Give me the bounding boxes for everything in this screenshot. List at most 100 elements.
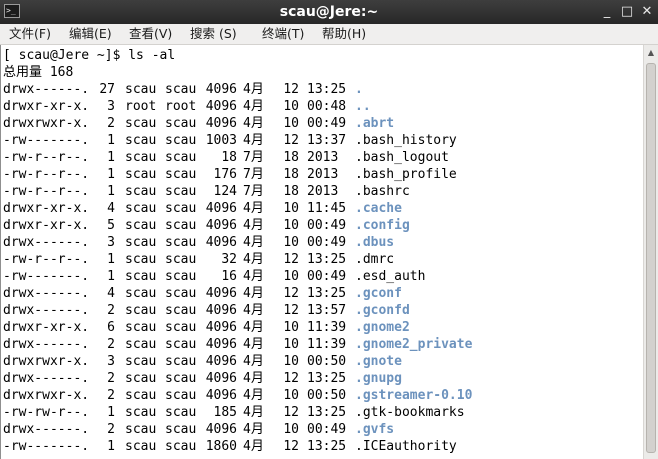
link-count: 1 — [107, 184, 115, 199]
owner: scau — [125, 320, 157, 335]
size: 176 — [213, 167, 237, 182]
permissions: drwxr-xr-x. — [3, 218, 90, 233]
size: 4096 — [205, 286, 237, 301]
day: 10 — [283, 320, 299, 335]
link-count: 3 — [107, 354, 115, 369]
terminal-output[interactable]: [ scau@Jere ~]$ ls -al 总用量 168 drwx-----… — [0, 45, 643, 459]
day: 12 — [283, 82, 299, 97]
menu-view[interactable]: 查看(V) — [129, 24, 172, 44]
time: 13:57 — [307, 303, 347, 318]
group: scau — [165, 286, 197, 301]
file-name: .bashrc — [355, 184, 410, 199]
owner: scau — [125, 150, 157, 165]
time: 00:49 — [307, 235, 347, 250]
permissions: drwxr-xr-x. — [3, 201, 90, 216]
group: scau — [165, 116, 197, 131]
file-name: .bash_logout — [355, 150, 449, 165]
link-count: 1 — [107, 252, 115, 267]
group: scau — [165, 252, 197, 267]
menu-search[interactable]: 搜索 (S) — [190, 24, 237, 44]
month: 4月 — [243, 286, 264, 301]
day: 10 — [283, 337, 299, 352]
link-count: 1 — [107, 269, 115, 284]
minimize-button[interactable]: _ — [598, 3, 616, 21]
size: 4096 — [205, 116, 237, 131]
link-count: 1 — [107, 405, 115, 420]
link-count: 6 — [107, 320, 115, 335]
day: 10 — [283, 235, 299, 250]
time: 00:49 — [307, 422, 347, 437]
day: 18 — [283, 167, 299, 182]
menu-edit[interactable]: 编辑(E) — [69, 24, 112, 44]
time: 13:25 — [307, 252, 347, 267]
permissions: drwx------. — [3, 286, 90, 301]
size: 185 — [213, 405, 237, 420]
scroll-up-arrow-icon[interactable]: ▲ — [644, 45, 658, 61]
vertical-scrollbar[interactable]: ▲ — [643, 45, 658, 459]
title-bar: >_ scau@Jere:~ _ □ ✕ — [0, 0, 658, 24]
group: scau — [165, 320, 197, 335]
day: 18 — [283, 184, 299, 199]
link-count: 2 — [107, 388, 115, 403]
link-count: 4 — [107, 201, 115, 216]
day: 10 — [283, 99, 299, 114]
scrollbar-thumb[interactable] — [646, 63, 656, 453]
time: 2013 — [307, 150, 339, 165]
total-text: 总用量 168 — [3, 65, 74, 80]
group: scau — [165, 439, 197, 454]
maximize-button[interactable]: □ — [618, 3, 636, 21]
size: 18 — [221, 150, 237, 165]
close-button[interactable]: ✕ — [638, 3, 656, 21]
file-name: . — [355, 82, 363, 97]
group: scau — [165, 218, 197, 233]
size: 4096 — [205, 422, 237, 437]
day: 10 — [283, 201, 299, 216]
permissions: drwx------. — [3, 235, 90, 250]
time: 11:39 — [307, 320, 347, 335]
permissions: drwx------. — [3, 422, 90, 437]
link-count: 1 — [107, 150, 115, 165]
day: 12 — [283, 286, 299, 301]
permissions: -rw-------. — [3, 133, 90, 148]
file-name: .gnupg — [355, 371, 402, 386]
permissions: -rw-r--r--. — [3, 167, 90, 182]
owner: scau — [125, 388, 157, 403]
menu-file[interactable]: 文件(F) — [9, 24, 51, 44]
day: 18 — [283, 150, 299, 165]
time: 13:25 — [307, 82, 347, 97]
file-name: .dmrc — [355, 252, 395, 267]
link-count: 2 — [107, 116, 115, 131]
owner: scau — [125, 354, 157, 369]
day: 10 — [283, 116, 299, 131]
file-name: .bash_profile — [355, 167, 457, 182]
group: scau — [165, 150, 197, 165]
link-count: 1 — [107, 133, 115, 148]
owner: scau — [125, 167, 157, 182]
permissions: -rw-r--r--. — [3, 252, 90, 267]
month: 7月 — [243, 184, 264, 199]
time: 00:50 — [307, 354, 347, 369]
owner: scau — [125, 303, 157, 318]
permissions: -rw-------. — [3, 269, 90, 284]
day: 12 — [283, 133, 299, 148]
month: 4月 — [243, 405, 264, 420]
file-name: .. — [355, 99, 371, 114]
day: 12 — [283, 405, 299, 420]
day: 10 — [283, 354, 299, 369]
day: 10 — [283, 269, 299, 284]
owner: scau — [125, 405, 157, 420]
permissions: drwxr-xr-x. — [3, 99, 90, 114]
menu-terminal[interactable]: 终端(T) — [262, 24, 304, 44]
day: 12 — [283, 439, 299, 454]
file-name: .gtk-bookmarks — [355, 405, 465, 420]
group: scau — [165, 422, 197, 437]
link-count: 2 — [107, 422, 115, 437]
month: 4月 — [243, 252, 264, 267]
size: 4096 — [205, 354, 237, 369]
size: 4096 — [205, 82, 237, 97]
size: 4096 — [205, 320, 237, 335]
menu-help[interactable]: 帮助(H) — [322, 24, 366, 44]
month: 4月 — [243, 82, 264, 97]
month: 4月 — [243, 269, 264, 284]
size: 4096 — [205, 235, 237, 250]
